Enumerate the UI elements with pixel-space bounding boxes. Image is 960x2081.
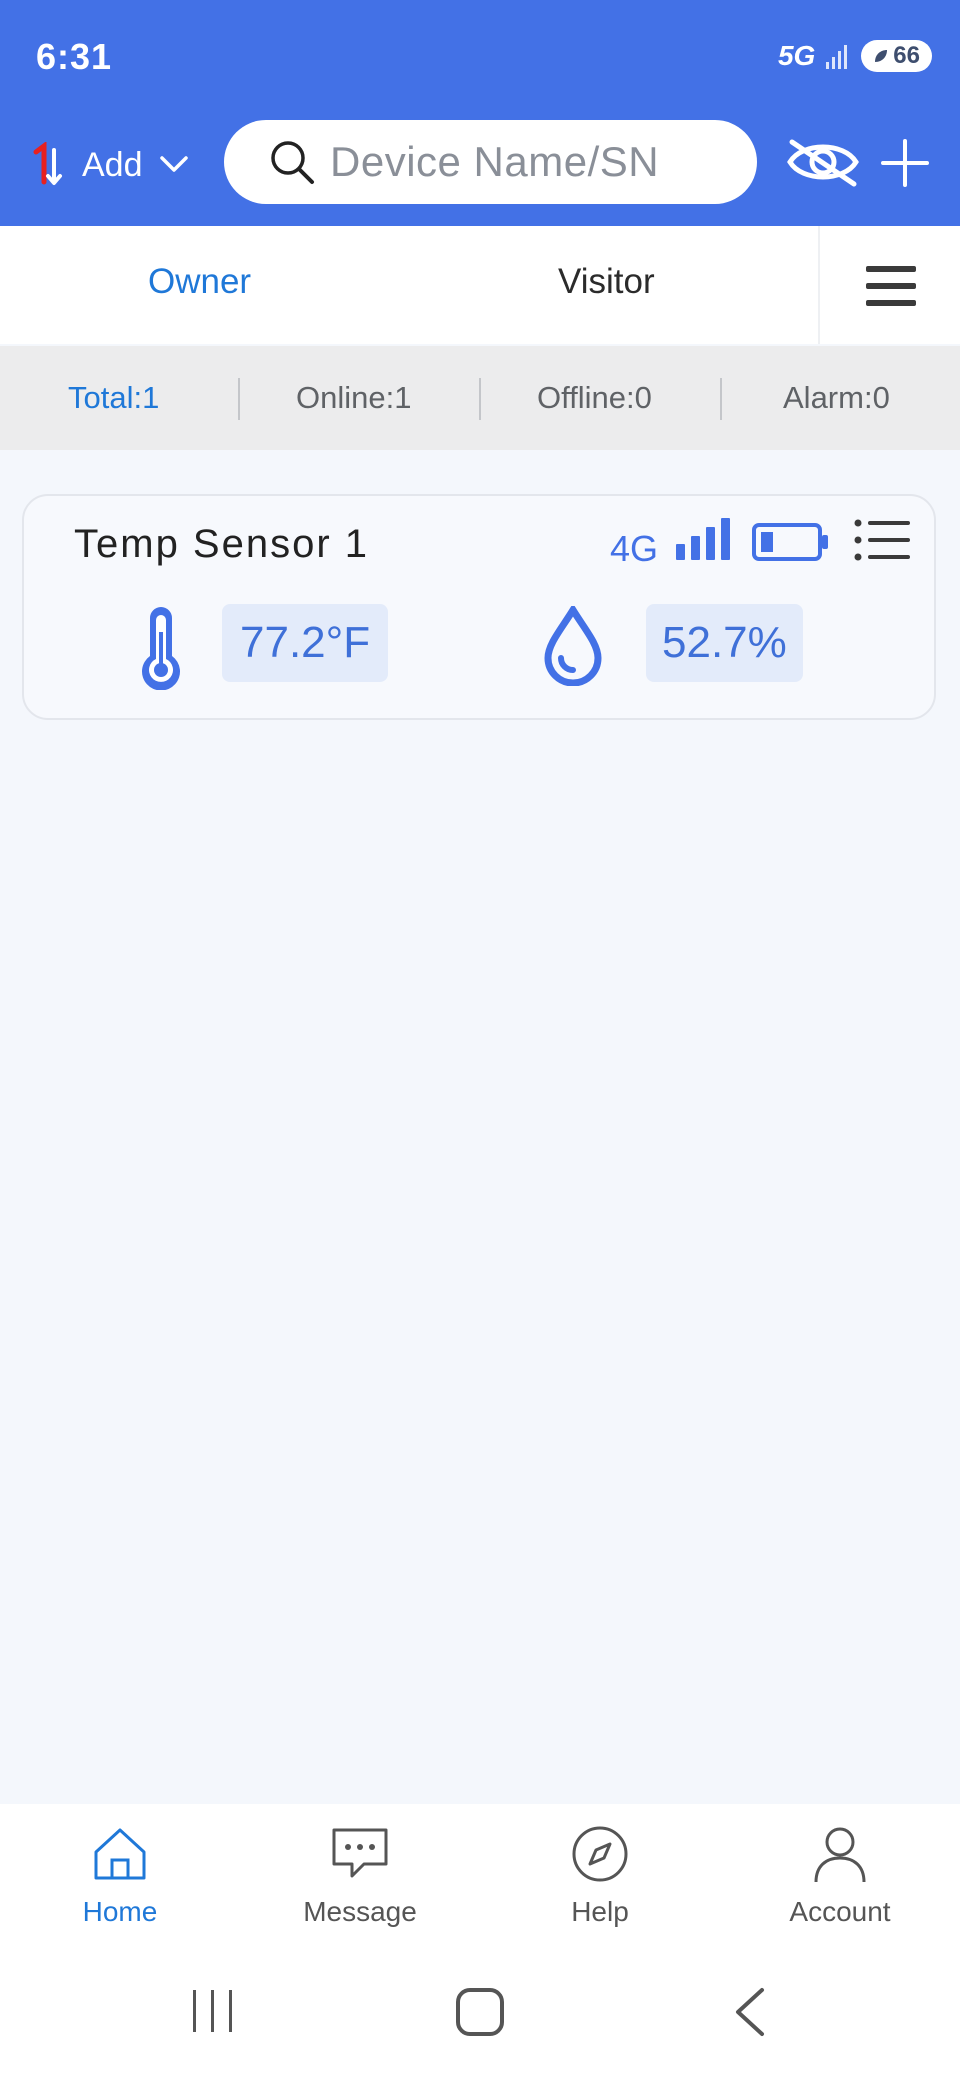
tab-visitor[interactable]: Visitor <box>558 262 655 302</box>
back-icon[interactable] <box>730 1986 770 2038</box>
search-placeholder: Device Name/SN <box>330 138 660 185</box>
device-count-bar: Total:1 Online:1 Offline:0 Alarm:0 <box>0 346 960 450</box>
search-input[interactable]: Device Name/SN <box>224 120 757 204</box>
count-alarm[interactable]: Alarm:0 <box>783 380 890 416</box>
signal-bars-icon <box>676 518 730 560</box>
device-card[interactable]: Temp Sensor 1 4G 77.2°F 52.7% <box>22 494 936 720</box>
thermometer-icon <box>142 607 180 690</box>
message-icon <box>332 1828 388 1878</box>
battery-indicator: 66 <box>861 40 932 72</box>
hide-eye-icon[interactable] <box>786 132 860 192</box>
temperature-value: 77.2°F <box>222 604 389 682</box>
sort-icon[interactable] <box>32 142 68 188</box>
top-app-bar: 6:31 5G 66 Add Device Name/SN <box>0 0 960 226</box>
leaf-icon <box>875 50 888 62</box>
recent-apps-icon[interactable] <box>188 1986 238 2036</box>
tab-divider <box>818 226 820 344</box>
device-name: Temp Sensor 1 <box>74 522 370 566</box>
count-total[interactable]: Total:1 <box>68 380 159 416</box>
menu-icon[interactable] <box>866 264 916 308</box>
nav-message-label: Message <box>303 1896 417 1927</box>
nav-help-label: Help <box>571 1896 629 1927</box>
user-icon <box>814 1827 866 1883</box>
nav-home[interactable]: Home <box>20 1804 220 1954</box>
home-button-icon[interactable] <box>454 1986 508 2040</box>
nav-message[interactable]: Message <box>260 1804 460 1954</box>
humidity-drop-icon <box>544 606 602 686</box>
cell-signal-icon <box>826 45 848 69</box>
search-icon <box>271 141 314 184</box>
humidity-value: 52.7% <box>646 604 803 682</box>
battery-icon <box>752 523 828 561</box>
chevron-down-icon[interactable] <box>158 150 190 178</box>
device-network-type: 4G <box>610 528 659 569</box>
divider <box>720 378 722 420</box>
battery-level: 66 <box>893 42 920 69</box>
nav-help[interactable]: Help <box>500 1804 700 1954</box>
count-online[interactable]: Online:1 <box>296 380 411 416</box>
status-indicators: 5G 66 <box>778 40 932 72</box>
home-icon <box>94 1828 146 1880</box>
add-device-plus-icon[interactable] <box>880 138 930 188</box>
add-dropdown-label[interactable]: Add <box>82 146 143 185</box>
device-list-icon[interactable] <box>854 518 910 562</box>
compass-icon <box>572 1826 628 1882</box>
status-time: 6:31 <box>36 36 113 77</box>
system-navigation-bar <box>0 1954 960 2081</box>
ownership-tabs: Owner Visitor <box>0 226 960 344</box>
count-offline[interactable]: Offline:0 <box>537 380 652 416</box>
network-type: 5G <box>777 40 816 71</box>
nav-account-label: Account <box>789 1896 891 1927</box>
nav-account[interactable]: Account <box>740 1804 940 1954</box>
nav-home-label: Home <box>82 1896 158 1927</box>
divider <box>479 378 481 420</box>
divider <box>238 378 240 420</box>
bottom-navigation: Home Message Help Account <box>0 1804 960 1954</box>
tab-owner[interactable]: Owner <box>148 262 251 302</box>
